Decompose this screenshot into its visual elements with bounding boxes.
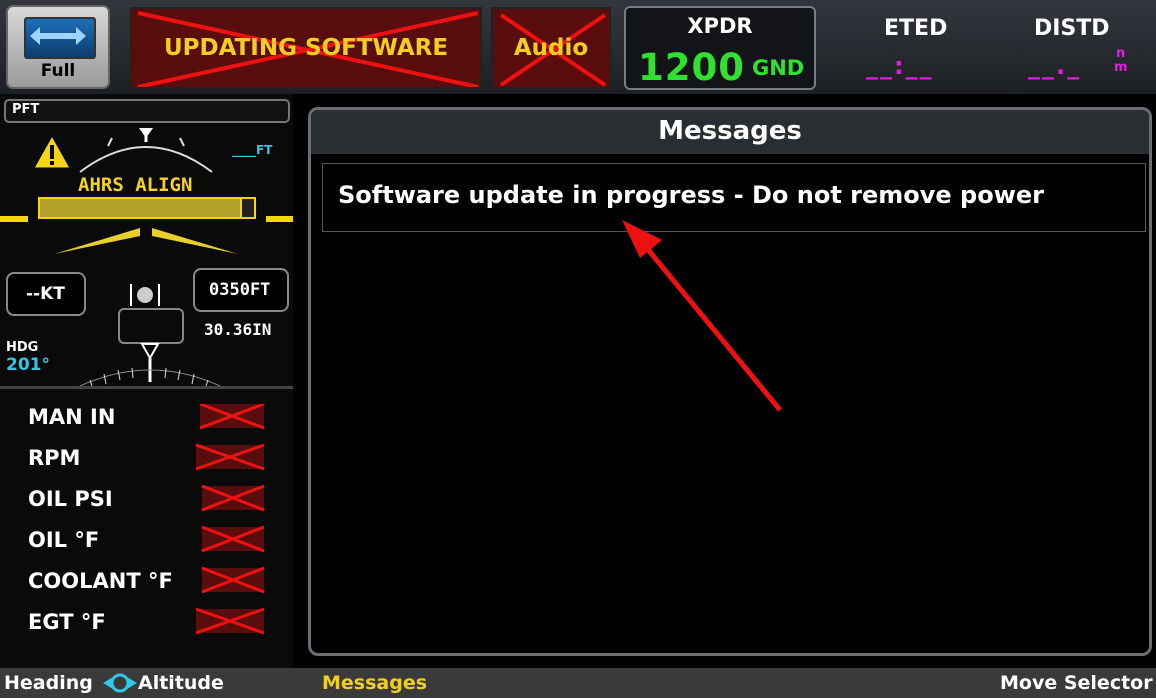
fail-x-icon	[201, 484, 265, 512]
full-screen-icon	[24, 17, 96, 59]
airspeed-box: --KT	[6, 272, 86, 316]
altitude-dashes: ____FT	[232, 143, 273, 157]
full-button[interactable]: Full	[6, 5, 110, 89]
panel-divider	[0, 386, 293, 389]
engine-man-in-label: MAN IN	[28, 405, 116, 429]
xpdr-code: 1200	[638, 46, 745, 89]
distd-label: DISTD	[1034, 16, 1110, 41]
baro-setting: 30.36IN	[204, 320, 272, 339]
xpdr-title: XPDR	[687, 14, 753, 38]
xpdr-button[interactable]: XPDR 1200 GND	[624, 6, 816, 90]
engine-fail-indicators	[196, 404, 265, 635]
eted-label: ETED	[884, 16, 948, 41]
annunciator-text: UPDATING SOFTWARE	[163, 35, 449, 61]
fail-x-icon	[199, 404, 265, 430]
airspeed-value: --KT	[26, 284, 65, 304]
red-arrow-annotation	[622, 220, 782, 412]
slip-indicator-icon	[130, 282, 160, 308]
altitude-softkey[interactable]: Altitude	[138, 672, 224, 694]
fail-x-icon	[201, 525, 265, 553]
distd-value: __._	[1028, 52, 1082, 80]
move-selector-softkey[interactable]: Move Selector	[1000, 672, 1153, 694]
engine-coolant-label: COOLANT °F	[28, 569, 173, 593]
engine-oil-temp-label: OIL °F	[28, 528, 100, 552]
hdg-value: 201°	[6, 355, 50, 375]
full-button-label: Full	[40, 61, 76, 81]
audio-text: Audio	[513, 35, 589, 61]
distd-unit-top: n	[1116, 46, 1126, 61]
engine-rpm-label: RPM	[28, 446, 81, 470]
fail-x-icon	[196, 607, 265, 635]
altitude-value: 0350FT	[209, 280, 271, 300]
updating-software-annunciator[interactable]: UPDATING SOFTWARE	[130, 7, 482, 89]
audio-annunciator[interactable]: Audio	[491, 7, 611, 89]
messages-title-bar: Messages	[311, 110, 1149, 154]
heading-softkey[interactable]: Heading	[4, 672, 93, 694]
eted-value: __:__	[866, 52, 934, 80]
ahrs-align-bar	[38, 197, 256, 219]
hdg-label: HDG	[6, 340, 39, 355]
warning-triangle-icon	[33, 134, 71, 169]
fail-x-icon	[201, 566, 265, 594]
messages-softkey[interactable]: Messages	[322, 672, 427, 694]
messages-title: Messages	[658, 116, 802, 146]
engine-egt-label: EGT °F	[28, 610, 106, 634]
engine-oil-psi-label: OIL PSI	[28, 487, 113, 511]
compass-arc-icon	[79, 343, 221, 386]
sync-icon	[103, 673, 137, 693]
heading-box	[118, 308, 184, 344]
altitude-box: 0350FT	[193, 268, 289, 312]
ahrs-align-label: AHRS ALIGN	[78, 174, 193, 196]
pft-label: PFT	[12, 102, 40, 117]
pft-tab[interactable]: PFT	[4, 99, 290, 123]
xpdr-mode: GND	[752, 56, 805, 80]
message-text: Software update in progress - Do not rem…	[338, 181, 1044, 209]
distd-unit-bottom: m	[1114, 60, 1128, 75]
fail-x-icon	[196, 443, 265, 471]
